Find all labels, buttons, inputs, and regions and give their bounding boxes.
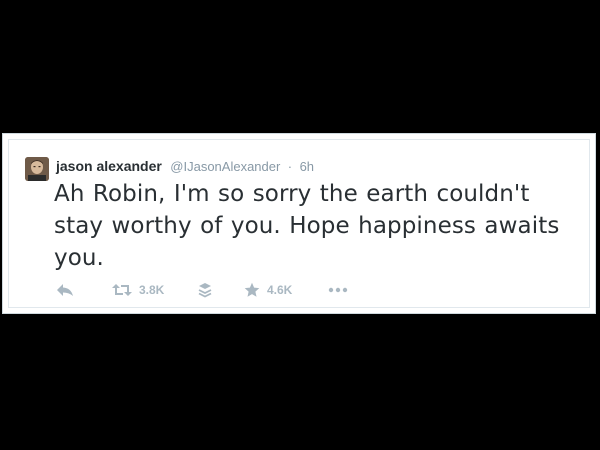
tweet-card: jason alexander @IJasonAlexander · 6h Ah… [2, 133, 596, 314]
favorite-button[interactable]: 4.6K [244, 280, 292, 300]
tweet-inner-frame: jason alexander @IJasonAlexander · 6h Ah… [8, 139, 590, 308]
retweet-button[interactable]: 3.8K [112, 280, 164, 300]
avatar[interactable] [25, 157, 49, 181]
tweet-actions: 3.8K 4.6K [56, 280, 376, 300]
more-button[interactable] [328, 280, 348, 300]
buffer-button[interactable] [198, 280, 212, 300]
retweet-icon [112, 284, 132, 296]
author-handle[interactable]: @IJasonAlexander [170, 159, 280, 174]
star-icon [244, 282, 260, 297]
author-name[interactable]: jason alexander [56, 158, 162, 174]
header-separator: · [287, 159, 293, 174]
page-background: jason alexander @IJasonAlexander · 6h Ah… [0, 0, 600, 450]
reply-icon [57, 284, 73, 296]
tweet-header: jason alexander @IJasonAlexander · 6h [56, 157, 314, 175]
reply-button[interactable] [56, 280, 74, 300]
tweet-timestamp[interactable]: 6h [300, 159, 314, 174]
more-dots-icon [328, 287, 348, 293]
favorite-count: 4.6K [267, 283, 293, 297]
tweet-text: Ah Robin, I'm so sorry the earth couldn'… [54, 181, 560, 271]
layers-icon [198, 283, 212, 298]
retweet-count: 3.8K [139, 283, 165, 297]
avatar-image-icon [25, 157, 49, 181]
